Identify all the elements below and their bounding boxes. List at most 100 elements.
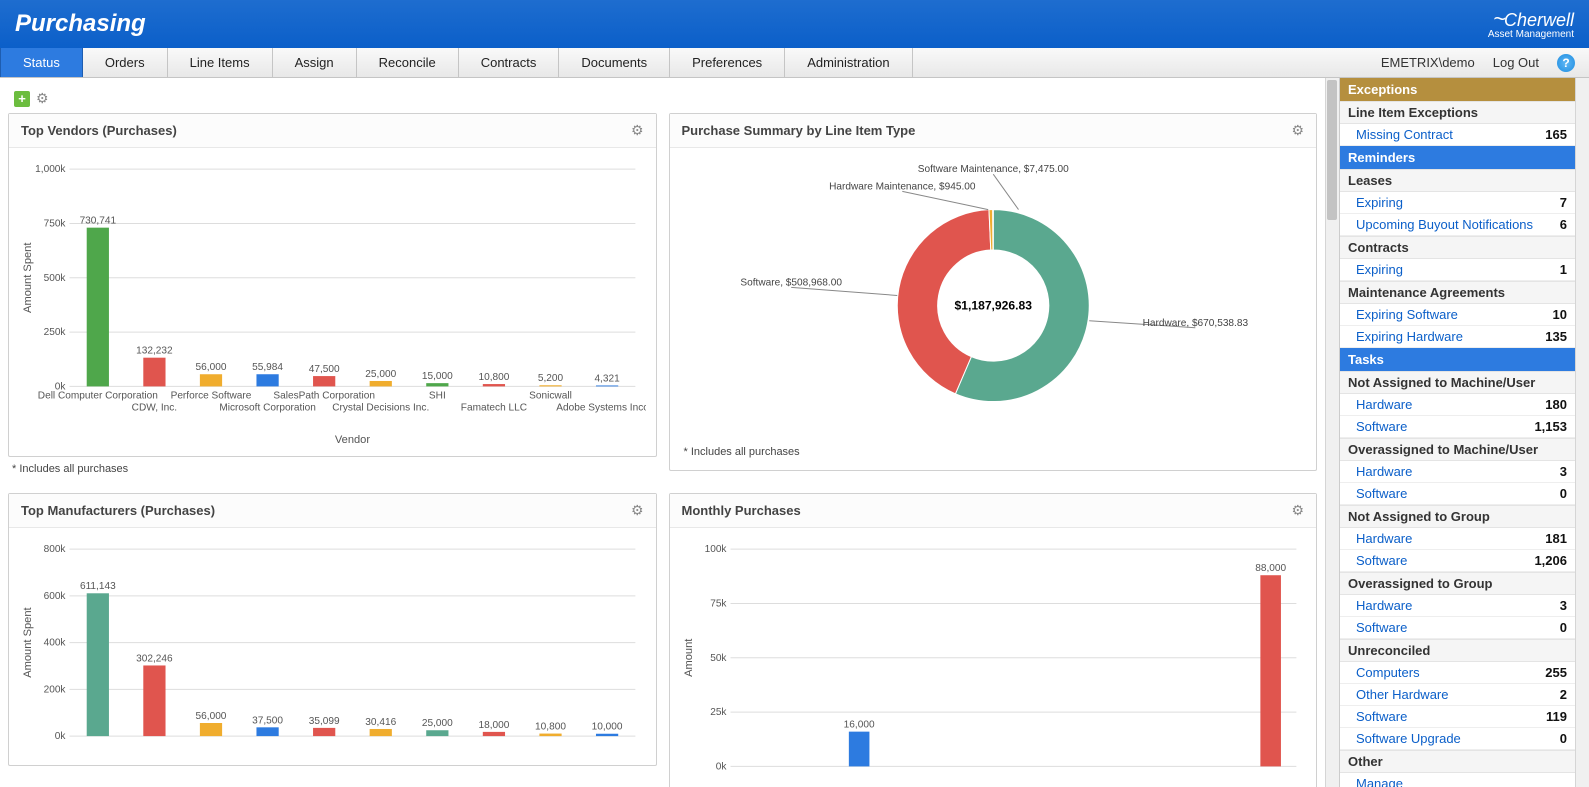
svg-text:1,000k: 1,000k (35, 164, 66, 175)
sidebar-section: Not Assigned to Machine/User (1340, 371, 1575, 394)
scrollbar[interactable] (1325, 78, 1339, 787)
svg-text:88,000: 88,000 (1255, 563, 1286, 574)
footnote: * Includes all purchases (8, 457, 657, 481)
sidebar-section: Other (1340, 750, 1575, 773)
link-hardware[interactable]: Hardware (1356, 397, 1412, 412)
brand-logo: ~Cherwell Asset Management (1488, 8, 1574, 40)
link-software[interactable]: Software (1356, 709, 1407, 724)
top-vendors-chart: 0k250k500k750k1,000kAmount Spent730,741D… (19, 154, 646, 447)
svg-text:Sonicwall: Sonicwall (529, 391, 572, 402)
link-expiring-leases[interactable]: Expiring (1356, 195, 1403, 210)
svg-text:0k: 0k (55, 731, 67, 742)
svg-text:Hardware Maintenance, $945.00: Hardware Maintenance, $945.00 (829, 181, 976, 192)
link-computers[interactable]: Computers (1356, 665, 1420, 680)
sidebar-section: Overassigned to Group (1340, 572, 1575, 595)
svg-text:75k: 75k (710, 599, 727, 610)
link-software[interactable]: Software (1356, 620, 1407, 635)
card-top-manufacturers: Top Manufacturers (Purchases) ⚙ 0k200k40… (8, 493, 657, 766)
purchase-summary-chart: $1,187,926.83Software Maintenance, $7,47… (680, 154, 1307, 437)
svg-text:30,416: 30,416 (365, 717, 396, 728)
help-icon[interactable]: ? (1557, 54, 1575, 72)
svg-text:250k: 250k (44, 327, 67, 338)
link-expiring-hardware[interactable]: Expiring Hardware (1356, 329, 1463, 344)
card-monthly-purchases: Monthly Purchases ⚙ 0k25k50k75k100kAmoun… (669, 493, 1318, 787)
tab-status[interactable]: Status (0, 48, 83, 77)
svg-text:25k: 25k (710, 707, 727, 718)
card-title-monthly: Monthly Purchases (682, 503, 801, 518)
tab-line-items[interactable]: Line Items (168, 48, 273, 77)
link-expiring-contracts[interactable]: Expiring (1356, 262, 1403, 277)
gear-icon[interactable]: ⚙ (1291, 122, 1304, 139)
footnote: * Includes all purchases (680, 440, 1307, 464)
scrollbar[interactable] (1575, 78, 1589, 787)
svg-text:10,800: 10,800 (535, 722, 566, 733)
svg-text:SHI: SHI (429, 391, 446, 402)
link-manage[interactable]: Manage (1356, 776, 1403, 787)
tab-preferences[interactable]: Preferences (670, 48, 785, 77)
page-title: Purchasing (15, 10, 146, 38)
sidebar-header-tasks: Tasks (1340, 348, 1575, 371)
svg-text:302,246: 302,246 (136, 653, 173, 664)
gear-icon[interactable]: ⚙ (631, 122, 644, 139)
svg-text:18,000: 18,000 (478, 720, 509, 731)
link-software[interactable]: Software (1356, 486, 1407, 501)
tab-contracts[interactable]: Contracts (459, 48, 560, 77)
link-missing-contract[interactable]: Missing Contract (1356, 127, 1453, 142)
tab-reconcile[interactable]: Reconcile (357, 48, 459, 77)
svg-text:Hardware, $670,538.83: Hardware, $670,538.83 (1142, 318, 1248, 329)
svg-text:47,500: 47,500 (309, 364, 340, 375)
svg-text:611,143: 611,143 (80, 581, 116, 592)
gear-icon[interactable]: ⚙ (631, 502, 644, 519)
svg-text:400k: 400k (44, 638, 67, 649)
top-manufacturers-chart: 0k200k400k600k800kAmount Spent611,143302… (19, 534, 646, 756)
card-title-summary: Purchase Summary by Line Item Type (682, 123, 916, 138)
link-expiring-software[interactable]: Expiring Software (1356, 307, 1458, 322)
gear-icon[interactable]: ⚙ (36, 90, 49, 107)
svg-text:37,500: 37,500 (252, 715, 283, 726)
svg-text:35,099: 35,099 (309, 716, 340, 727)
tab-documents[interactable]: Documents (559, 48, 670, 77)
svg-text:132,232: 132,232 (136, 346, 173, 357)
svg-text:Adobe Systems Incorp: Adobe Systems Incorp (556, 403, 645, 414)
logout-link[interactable]: Log Out (1493, 55, 1539, 70)
tab-orders[interactable]: Orders (83, 48, 168, 77)
sidebar-section: Unreconciled (1340, 639, 1575, 662)
link-software[interactable]: Software (1356, 553, 1407, 568)
tab-administration[interactable]: Administration (785, 48, 912, 77)
link-hardware[interactable]: Hardware (1356, 464, 1412, 479)
svg-text:25,000: 25,000 (365, 369, 396, 380)
gear-icon[interactable]: ⚙ (1291, 502, 1304, 519)
svg-text:500k: 500k (44, 273, 67, 284)
card-title-vendors: Top Vendors (Purchases) (21, 123, 177, 138)
card-purchase-summary: Purchase Summary by Line Item Type ⚙ $1,… (669, 113, 1318, 471)
svg-text:15,000: 15,000 (422, 371, 453, 382)
sidebar-section: Contracts (1340, 236, 1575, 259)
svg-text:50k: 50k (710, 653, 727, 664)
svg-text:Microsoft Corporation: Microsoft Corporation (219, 403, 316, 414)
link-software[interactable]: Software (1356, 419, 1407, 434)
dashboard-panel: + ⚙ Top Vendors (Purchases) ⚙ 0k 250k 500k… (0, 78, 1325, 787)
svg-text:Perforce Software: Perforce Software (171, 391, 252, 402)
card-top-vendors: Top Vendors (Purchases) ⚙ 0k250k500k750k… (8, 113, 657, 457)
link-hardware[interactable]: Hardware (1356, 531, 1412, 546)
svg-text:Crystal Decisions Inc.: Crystal Decisions Inc. (332, 403, 429, 414)
svg-text:100k: 100k (704, 544, 727, 555)
svg-text:750k: 750k (44, 218, 67, 229)
sidebar-header-exceptions: Exceptions (1340, 78, 1575, 101)
svg-text:10,800: 10,800 (478, 372, 509, 383)
monthly-purchases-chart: 0k25k50k75k100kAmount16,00088,000 (680, 534, 1307, 787)
svg-text:SalesPath Corporation: SalesPath Corporation (273, 391, 375, 402)
svg-text:5,200: 5,200 (538, 373, 564, 384)
tab-assign[interactable]: Assign (273, 48, 357, 77)
sidebar-header-reminders: Reminders (1340, 146, 1575, 169)
current-user: EMETRIX\demo (1381, 55, 1475, 70)
link-upcoming-buyout[interactable]: Upcoming Buyout Notifications (1356, 217, 1533, 232)
svg-text:CDW, Inc.: CDW, Inc. (132, 403, 177, 414)
svg-text:Amount Spent: Amount Spent (22, 607, 34, 677)
link-other-hardware[interactable]: Other Hardware (1356, 687, 1448, 702)
content-area: + ⚙ Top Vendors (Purchases) ⚙ 0k 250k 500k… (0, 78, 1589, 787)
add-widget-button[interactable]: + (14, 91, 30, 107)
link-hardware[interactable]: Hardware (1356, 598, 1412, 613)
main-toolbar: Status Orders Line Items Assign Reconcil… (0, 48, 1589, 78)
link-software-upgrade[interactable]: Software Upgrade (1356, 731, 1461, 746)
